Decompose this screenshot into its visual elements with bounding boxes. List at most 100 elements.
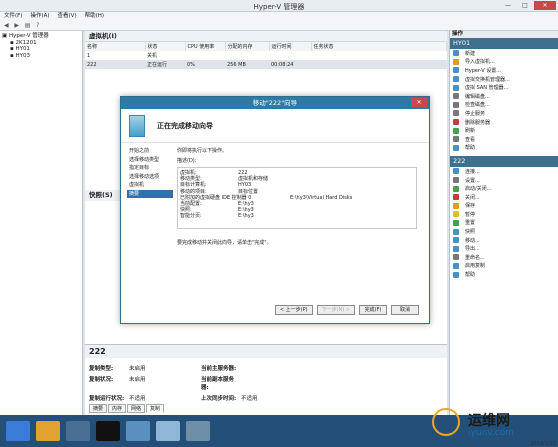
detail-key: 复制状况:	[89, 377, 114, 383]
reset-icon	[453, 219, 459, 226]
maximize-button[interactable]: □	[517, 1, 533, 10]
column-header[interactable]: 名称	[85, 42, 146, 51]
action-reset[interactable]: 重置	[450, 219, 558, 228]
dialog-intro: 你即将执行以下操作。	[177, 148, 228, 154]
action-new[interactable]: 新建	[450, 49, 558, 58]
network-icon[interactable]	[126, 421, 150, 441]
remote-desktop-icon[interactable]	[186, 421, 210, 441]
action-hyperv-settings[interactable]: Hyper-V 设置...	[450, 66, 558, 75]
column-header[interactable]: 任务状态	[311, 42, 447, 51]
action-shutdown[interactable]: 关闭...	[450, 193, 558, 202]
finish-button[interactable]: 完成(F)	[359, 305, 387, 315]
tab-network[interactable]: 网络	[127, 404, 146, 413]
remove-icon	[453, 119, 459, 126]
detail-key: 复制运行状况:	[89, 396, 125, 402]
action-group-host[interactable]: HY01	[450, 38, 558, 49]
new-icon	[453, 50, 459, 57]
menu-view[interactable]: 查看(V)	[58, 12, 77, 21]
action-help-vm[interactable]: 帮助	[450, 270, 558, 279]
action-inspect-disk[interactable]: 检查磁盘...	[450, 101, 558, 110]
refresh-icon	[453, 127, 459, 134]
action-enable-replication[interactable]: 启用复制	[450, 262, 558, 271]
dialog-close-button[interactable]: ✕	[411, 98, 427, 107]
action-import[interactable]: 导入虚拟机...	[450, 58, 558, 67]
window-controls: — □ ✕	[500, 1, 556, 10]
show-tree-icon[interactable]: ▤	[25, 22, 31, 29]
move-wizard-icon	[129, 114, 145, 137]
tab-memory[interactable]: 内存	[108, 404, 127, 413]
action-remove-server[interactable]: 删除服务器	[450, 118, 558, 127]
shutdown-icon	[453, 194, 459, 201]
settings-icon	[453, 177, 459, 184]
action-snapshot[interactable]: 快照	[450, 227, 558, 236]
action-move[interactable]: 移动...	[450, 236, 558, 245]
action-refresh[interactable]: 刷新	[450, 126, 558, 135]
detail-key: 复制类型:	[89, 366, 114, 372]
close-button[interactable]: ✕	[534, 1, 556, 10]
action-san-manager[interactable]: 虚拟 SAN 管理器...	[450, 83, 558, 92]
watermark-date: 2013/3/25	[530, 441, 556, 447]
export-icon	[453, 245, 459, 252]
action-help-host[interactable]: 帮助	[450, 144, 558, 153]
powershell-icon[interactable]	[96, 421, 120, 441]
action-export[interactable]: 导出...	[450, 244, 558, 253]
wizard-step[interactable]: 选择移动类型	[127, 156, 173, 165]
action-view[interactable]: 查看	[450, 135, 558, 144]
previous-button[interactable]: < 上一步(P)	[274, 305, 313, 315]
action-stop-service[interactable]: 停止服务	[450, 109, 558, 118]
action-edit-disk[interactable]: 编辑磁盘...	[450, 92, 558, 101]
column-header[interactable]: CPU 使用率	[185, 42, 226, 51]
forward-icon[interactable]: ▶	[14, 22, 19, 29]
cancel-button[interactable]: 取消	[391, 305, 419, 315]
action-rename[interactable]: 重命名...	[450, 253, 558, 262]
server-manager-icon[interactable]	[66, 421, 90, 441]
column-header[interactable]: 运行时间	[269, 42, 312, 51]
wizard-step-current[interactable]: 摘要	[127, 189, 173, 198]
back-icon[interactable]: ◀	[4, 22, 9, 29]
summary-box[interactable]: 虚拟机: 222 移动类型: 虚拟机和存储 目标计算机: HY03 移动的项目: 目标位…	[177, 167, 417, 229]
action-settings[interactable]: 设置...	[450, 176, 558, 185]
wizard-step[interactable]: 虚拟机	[127, 181, 173, 190]
minimize-button[interactable]: —	[500, 1, 516, 10]
action-save[interactable]: 保存	[450, 202, 558, 211]
detail-value: 未启用	[129, 366, 146, 372]
dialog-title-bar: 移动"222"向导 ✕	[121, 97, 429, 109]
help-icon[interactable]: ?	[36, 22, 39, 29]
tree-item-hy03[interactable]: ▪ HY03	[2, 53, 80, 60]
menu-help[interactable]: 帮助(H)	[85, 12, 104, 21]
details-pane: 222 复制类型: 未启用 当前主服务器: 复制状况: 未启用 当前副本服务器:…	[85, 344, 447, 415]
action-group-vm[interactable]: 222	[450, 156, 558, 168]
wizard-step[interactable]: 选择移动选项	[127, 173, 173, 182]
menu-action[interactable]: 操作(A)	[30, 12, 49, 21]
import-icon	[453, 58, 459, 65]
action-connect[interactable]: 连接...	[450, 167, 558, 176]
vm-task	[311, 60, 447, 69]
tab-summary[interactable]: 摘要	[89, 404, 108, 413]
action-start-shutdown[interactable]: 启动/关闭...	[450, 184, 558, 193]
table-row[interactable]: 222 正在运行 0% 256 MB 00:08:24	[85, 60, 447, 69]
wizard-step[interactable]: 指定目标	[127, 164, 173, 173]
column-header[interactable]: 状态	[145, 42, 186, 51]
wizard-steps: 开始之前 选择移动类型 指定目标 选择移动选项 虚拟机 摘要	[127, 147, 173, 198]
explorer-icon[interactable]	[36, 421, 60, 441]
tab-replication[interactable]: 复制	[146, 404, 165, 413]
wizard-step[interactable]: 开始之前	[127, 147, 173, 156]
vm-uptime: 00:08:24	[269, 60, 311, 69]
summary-row: 智能分页: E:\hy3	[180, 213, 254, 220]
detail-key: 上次同步时间:	[201, 396, 237, 402]
action-pause[interactable]: 暂停	[450, 210, 558, 219]
action-switch-manager[interactable]: 虚拟交换机管理器...	[450, 75, 558, 84]
next-button[interactable]: 下一步(N) >	[316, 305, 355, 315]
watermark-url: iyunv.com	[468, 428, 514, 438]
vm-table: 名称 状态 CPU 使用率 分配的内存 运行时间 任务状态 1 关机 222 正…	[85, 42, 447, 69]
dialog-title: 移动"222"向导	[252, 99, 298, 107]
table-row[interactable]: 1 关机	[85, 51, 447, 60]
inspect-disk-icon	[453, 101, 459, 108]
menu-file[interactable]: 文件(F)	[4, 12, 22, 21]
column-header[interactable]: 分配的内存	[225, 42, 270, 51]
hyperv-manager-taskbar-icon[interactable]	[156, 421, 180, 441]
rename-icon	[453, 254, 459, 261]
watermark: 运维网 iyunv.com 2013/3/25	[430, 402, 558, 447]
start-icon[interactable]	[6, 421, 30, 441]
detail-value: 未启用	[129, 377, 146, 383]
